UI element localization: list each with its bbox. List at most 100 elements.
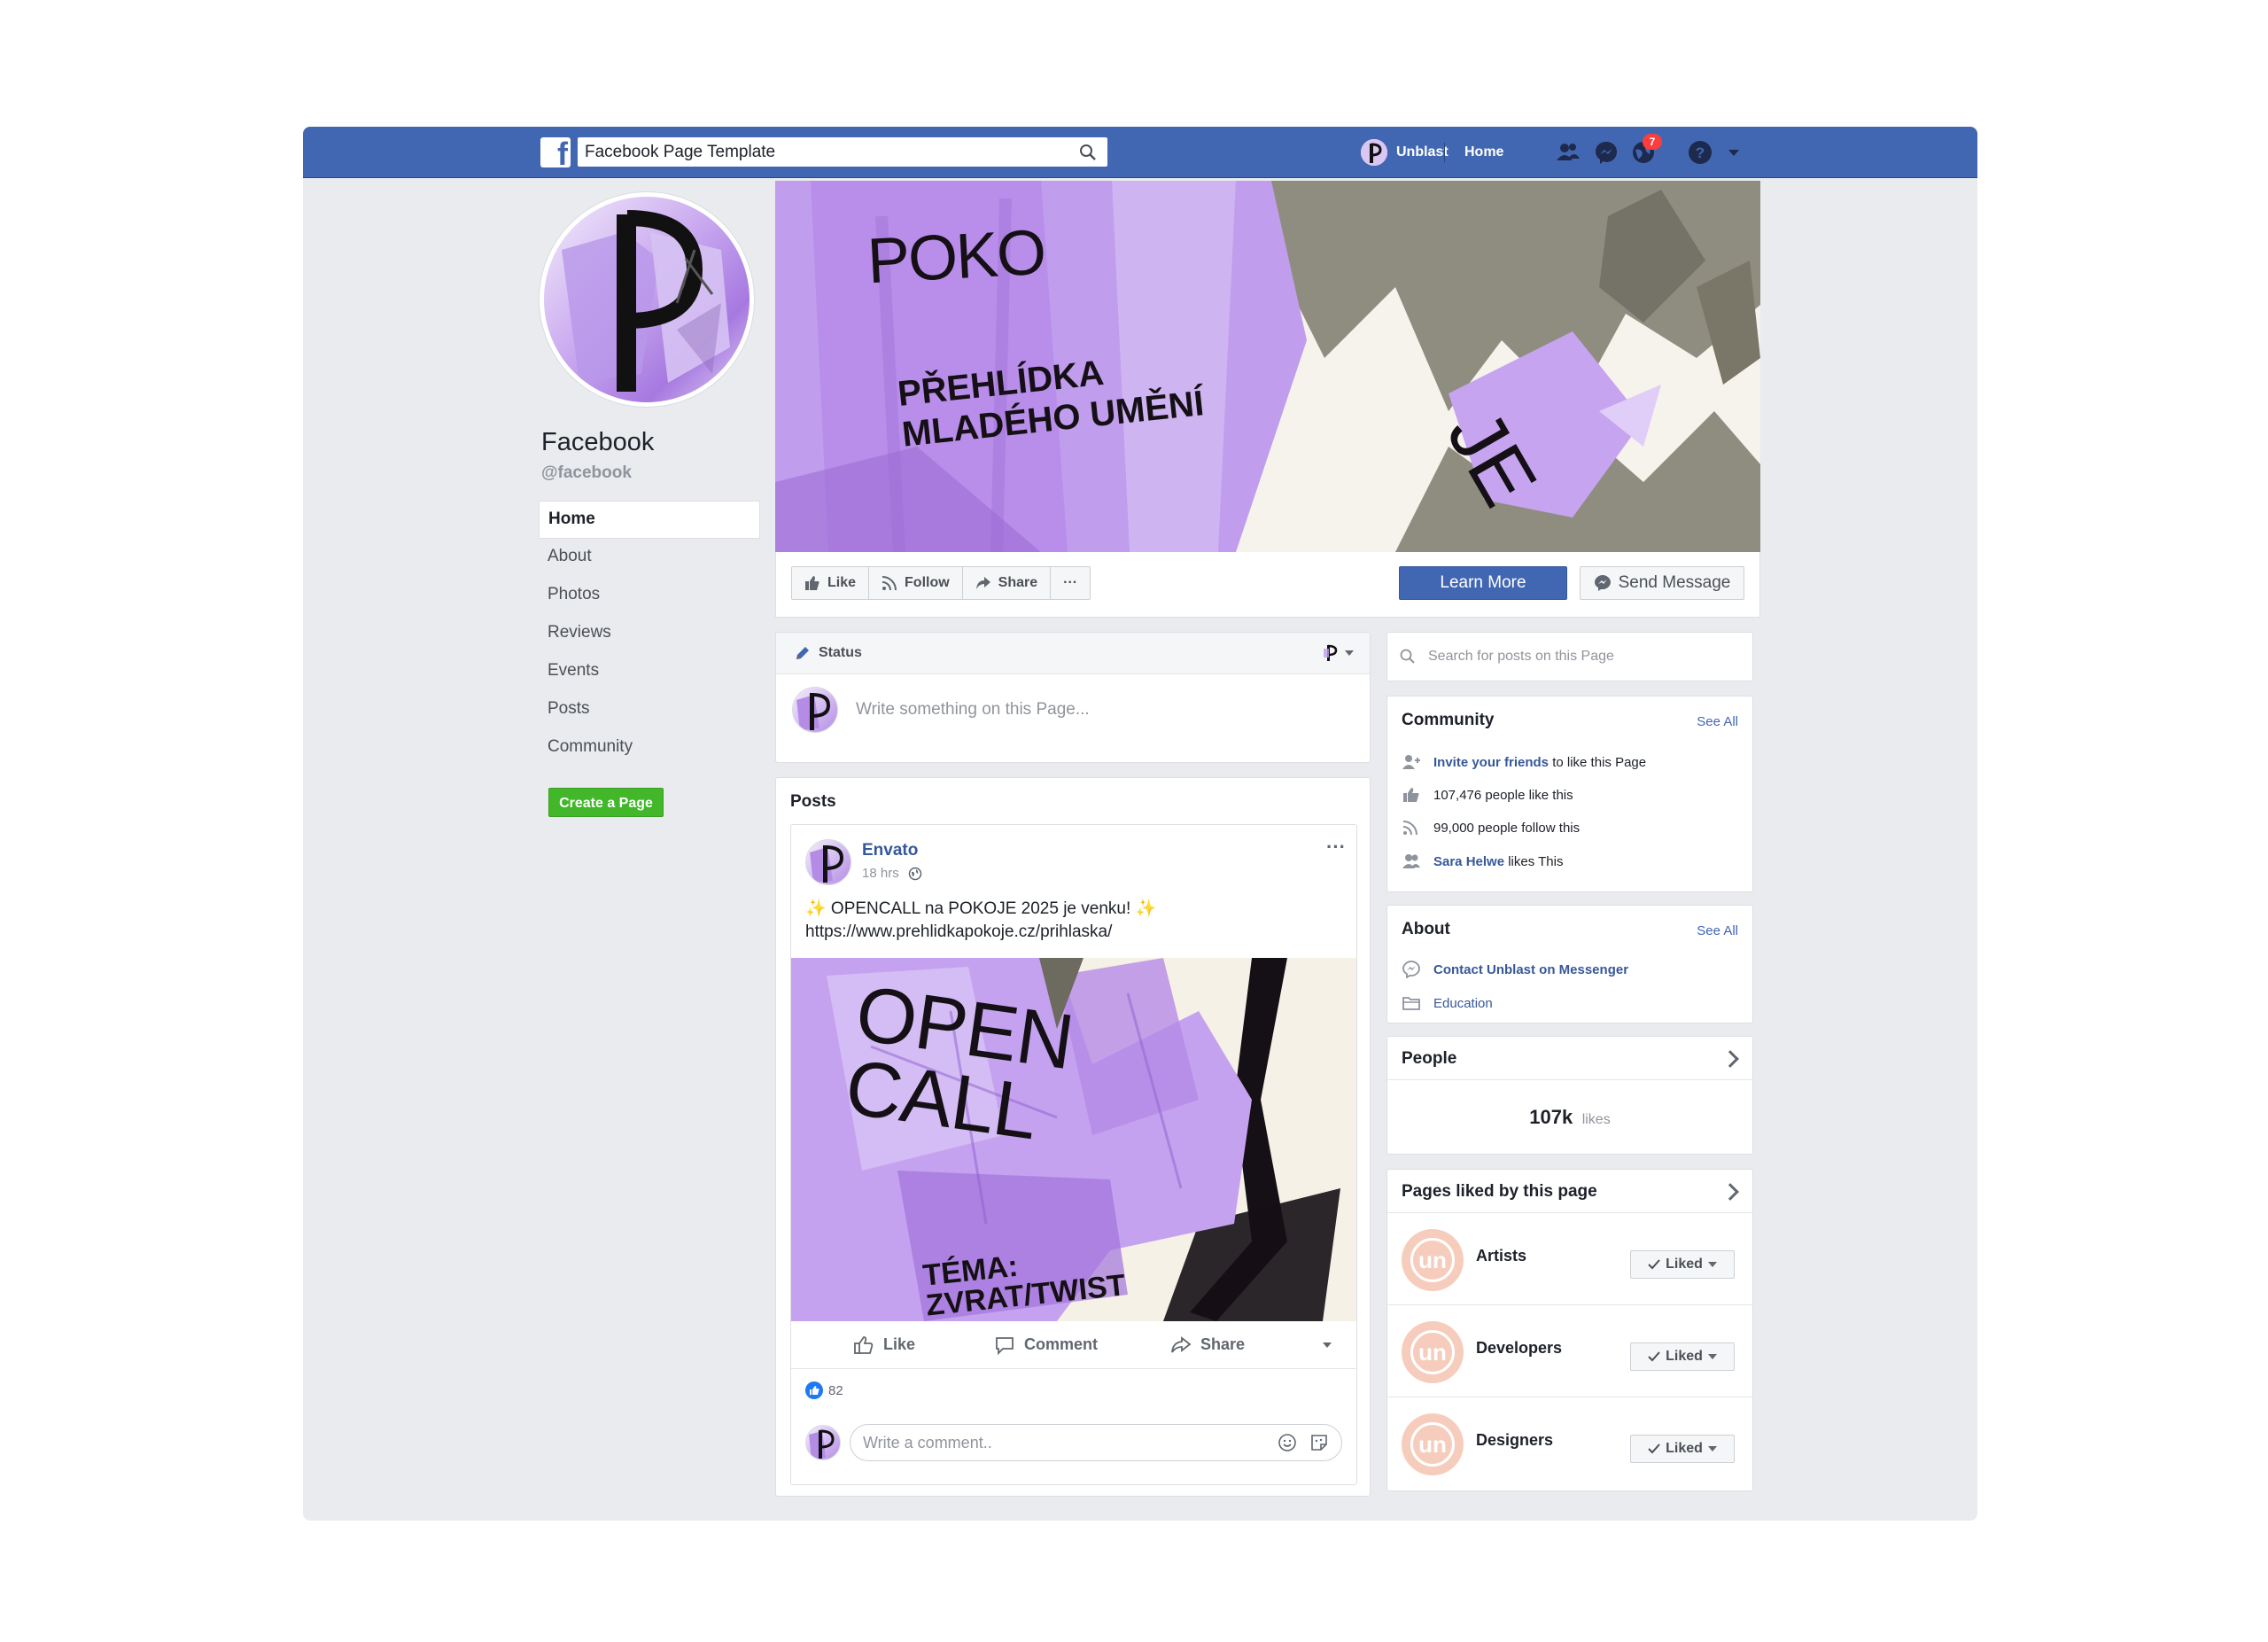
posts-title: Posts <box>790 792 836 811</box>
post-card: Envato 18 hrs ··· ✨ OPENCALL na POKOJE 2… <box>790 824 1357 1485</box>
invite-friends-link[interactable]: Invite your friends <box>1433 755 1549 770</box>
messenger-icon <box>1402 961 1420 978</box>
user-profile-link[interactable]: Unblast <box>1361 127 1449 178</box>
post-as-selector[interactable] <box>1322 643 1354 663</box>
pages-liked-title[interactable]: Pages liked by this page <box>1402 1182 1597 1202</box>
post-reactions[interactable]: 82 <box>805 1381 843 1399</box>
about-see-all-link[interactable]: See All <box>1697 923 1738 938</box>
share-arrow-outline-icon <box>1171 1335 1192 1353</box>
post-text: ✨ OPENCALL na POKOJE 2025 je venku! ✨ ht… <box>805 898 1156 944</box>
people-title[interactable]: People <box>1402 1049 1456 1069</box>
category-link[interactable]: Education <box>1433 996 1493 1011</box>
community-card: Community See All Invite your friends to… <box>1386 696 1753 892</box>
nav-item-events[interactable]: Events <box>539 653 760 691</box>
nav-item-about[interactable]: About <box>539 539 760 577</box>
status-input-row[interactable]: Write something on this Page... <box>776 674 1370 745</box>
like-page-button[interactable]: Like <box>792 567 870 599</box>
artists-page-logo[interactable]: un <box>1402 1229 1464 1291</box>
check-icon <box>1648 1351 1660 1362</box>
learn-more-button[interactable]: Learn More <box>1399 566 1567 600</box>
liked-button[interactable]: Liked <box>1630 1435 1735 1463</box>
top-navigation-bar: f Unblast Home 7 ? <box>303 127 1977 178</box>
cover-photo[interactable]: POKO PŘEHLÍDKA MLADÉHO UMĚNÍ JE <box>775 181 1760 552</box>
people-card: People 107k likes <box>1386 1036 1753 1155</box>
profile-picture[interactable] <box>540 192 754 407</box>
follow-page-button[interactable]: Follow <box>869 567 963 599</box>
contact-messenger-row: Contact Unblast on Messenger <box>1402 961 1628 978</box>
post-text-line-1: ✨ OPENCALL na POKOJE 2025 je venku! ✨ <box>805 899 1157 918</box>
post-like-label: Like <box>883 1335 916 1353</box>
post-author[interactable]: Envato <box>862 841 918 860</box>
page-post-search[interactable]: Search for posts on this Page <box>1386 632 1753 681</box>
nav-item-posts[interactable]: Posts <box>539 691 760 729</box>
category-folder-icon <box>1402 997 1420 1010</box>
liked-page-name[interactable]: Artists <box>1476 1247 1526 1265</box>
pencil-icon <box>796 647 809 659</box>
search-input[interactable] <box>578 137 1056 167</box>
friend-name-link[interactable]: Sara Helwe <box>1433 854 1504 869</box>
nav-item-home[interactable]: Home <box>539 501 760 539</box>
like-reaction-icon <box>805 1381 823 1399</box>
comment-input[interactable]: Write a comment.. <box>850 1424 1342 1461</box>
post-author-avatar[interactable] <box>805 839 851 885</box>
liked-page-name[interactable]: Designers <box>1476 1431 1553 1450</box>
more-options-button[interactable]: ··· <box>1051 567 1090 599</box>
liked-button-label: Liked <box>1666 1257 1703 1272</box>
liked-page-name[interactable]: Developers <box>1476 1339 1562 1358</box>
post-share-options-chevron-down-icon[interactable] <box>1323 1342 1332 1348</box>
check-icon <box>1648 1444 1660 1454</box>
thumbs-up-icon <box>805 576 819 590</box>
post-comment-button[interactable]: Comment <box>994 1335 1098 1355</box>
public-globe-icon <box>908 867 921 880</box>
developers-page-logo[interactable]: un <box>1402 1321 1464 1383</box>
pages-liked-chevron-right-icon[interactable] <box>1721 1183 1739 1201</box>
page-avatar <box>792 687 838 733</box>
comment-composer: Write a comment.. <box>805 1424 1342 1461</box>
chevron-down-icon <box>1707 1354 1717 1359</box>
post-like-button[interactable]: Like <box>853 1335 915 1355</box>
people-likes-unit: likes <box>1581 1112 1611 1127</box>
status-tab[interactable]: Status <box>776 633 1370 674</box>
home-link[interactable]: Home <box>1464 127 1503 178</box>
send-message-button[interactable]: Send Message <box>1580 566 1744 600</box>
people-likes-count: 107k <box>1529 1106 1573 1128</box>
user-avatar <box>1361 139 1387 166</box>
nav-item-community[interactable]: Community <box>539 729 760 767</box>
share-page-button[interactable]: Share <box>963 567 1052 599</box>
sticker-icon[interactable] <box>1309 1433 1329 1452</box>
search-icon[interactable] <box>1079 144 1097 161</box>
community-see-all-link[interactable]: See All <box>1697 714 1738 729</box>
share-arrow-icon <box>975 577 990 589</box>
create-page-button[interactable]: Create a Page <box>548 788 664 817</box>
nav-item-photos[interactable]: Photos <box>539 577 760 615</box>
profile-picture-image <box>544 197 750 402</box>
messenger-icon[interactable] <box>1593 139 1619 166</box>
post-timestamp[interactable]: 18 hrs <box>862 866 922 881</box>
liked-button[interactable]: Liked <box>1630 1250 1735 1279</box>
post-image[interactable]: OPEN CALL TÉMA: ZVRAT/TWIST <box>791 958 1356 1321</box>
account-menu-chevron-down-icon[interactable] <box>1720 139 1747 166</box>
post-image-headline: OPEN CALL <box>841 969 1078 1156</box>
notification-badge: 7 <box>1643 134 1662 150</box>
divider <box>1444 143 1445 162</box>
friends-icon <box>1402 854 1420 868</box>
search-bar[interactable] <box>578 137 1107 167</box>
page-handle: @facebook <box>541 463 632 482</box>
friend-likes-row: Sara Helwe likes This <box>1402 852 1563 870</box>
post-options-button[interactable]: ··· <box>1326 836 1346 859</box>
help-icon[interactable]: ? <box>1687 139 1713 166</box>
people-chevron-right-icon[interactable] <box>1721 1050 1739 1068</box>
messenger-icon <box>1594 575 1611 591</box>
friend-requests-icon[interactable] <box>1555 139 1581 166</box>
nav-item-reviews[interactable]: Reviews <box>539 615 760 653</box>
post-time-text: 18 hrs <box>862 866 899 881</box>
emoji-icon[interactable] <box>1278 1433 1297 1452</box>
liked-button[interactable]: Liked <box>1630 1342 1735 1371</box>
post-link[interactable]: https://www.prehlidkapokoje.cz/prihlaska… <box>805 921 1156 944</box>
designers-page-logo[interactable]: un <box>1402 1413 1464 1475</box>
search-icon <box>1400 649 1415 664</box>
facebook-logo-icon[interactable]: f <box>540 137 571 167</box>
post-share-button[interactable]: Share <box>1170 1335 1245 1355</box>
contact-messenger-link[interactable]: Contact Unblast on Messenger <box>1433 962 1628 977</box>
status-placeholder: Write something on this Page... <box>856 700 1090 719</box>
